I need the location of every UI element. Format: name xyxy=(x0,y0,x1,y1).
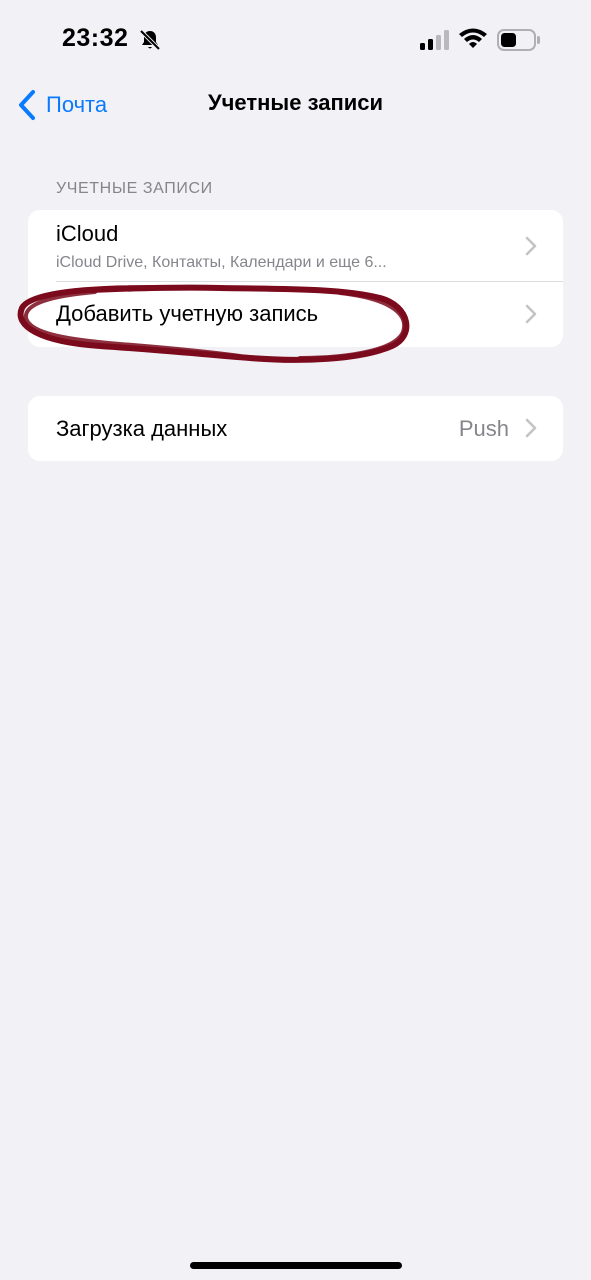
bell-slash-icon xyxy=(139,29,161,51)
add-account-row[interactable]: Добавить учетную запись xyxy=(28,281,563,347)
icloud-account-subtitle: iCloud Drive, Контакты, Календари и еще … xyxy=(56,254,387,271)
home-indicator[interactable] xyxy=(190,1262,402,1269)
status-bar: 23:32 xyxy=(0,0,591,80)
fetch-data-title: Загрузка данных xyxy=(56,416,228,441)
chevron-right-icon xyxy=(525,236,537,256)
cellular-signal-icon xyxy=(420,30,449,50)
battery-icon xyxy=(497,29,540,51)
chevron-right-icon xyxy=(525,418,537,438)
page-title: Учетные записи xyxy=(207,90,384,115)
fetch-data-value: Push xyxy=(458,416,509,441)
add-account-title: Добавить учетную запись xyxy=(56,301,319,326)
icloud-account-title: iCloud xyxy=(56,221,119,246)
fetch-data-list: Загрузка данных Push xyxy=(28,396,563,461)
status-time: 23:32 xyxy=(62,24,129,52)
fetch-data-row[interactable]: Загрузка данных Push xyxy=(28,396,563,461)
accounts-section-header: УЧЕТНЫЕ ЗАПИСИ xyxy=(56,180,213,197)
icloud-account-row[interactable]: iCloud iCloud Drive, Контакты, Календари… xyxy=(28,210,563,281)
navigation-bar: Почта Учетные записи xyxy=(0,80,591,130)
chevron-right-icon xyxy=(525,304,537,324)
accounts-list: iCloud iCloud Drive, Контакты, Календари… xyxy=(28,210,563,347)
wifi-icon xyxy=(459,28,487,48)
